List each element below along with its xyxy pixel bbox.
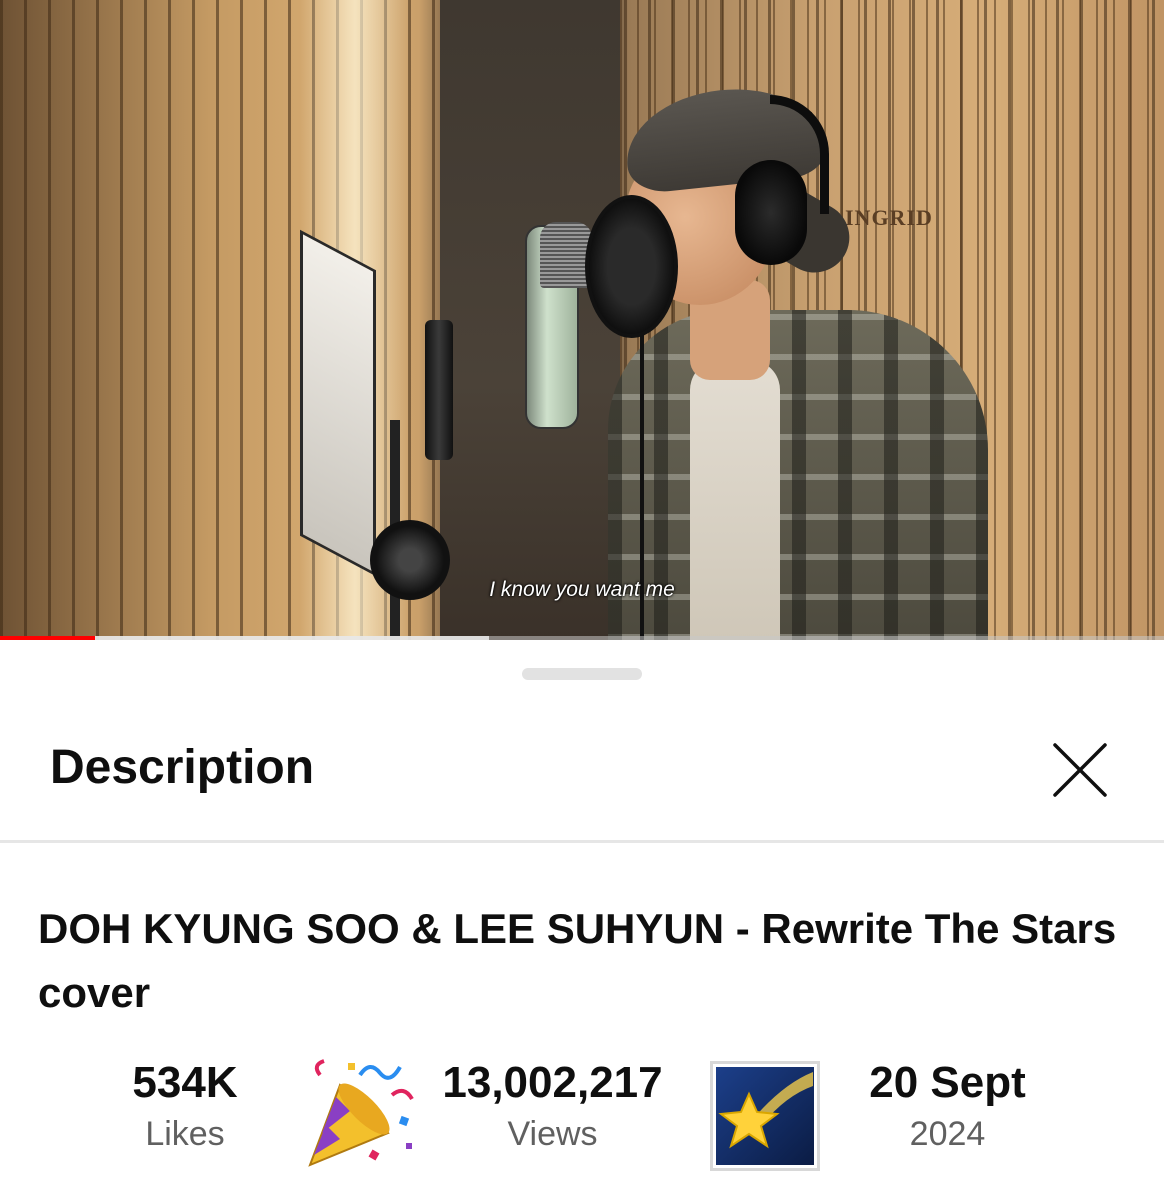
likes-label: Likes [145,1115,225,1153]
shooting-star-icon [710,1061,820,1171]
pop-filter [585,195,678,338]
close-icon [1053,743,1107,797]
date-stat: 20 Sept 2024 [840,1055,1055,1157]
divider [0,840,1164,843]
video-player[interactable]: INGRID I know you want me [0,0,1164,640]
party-popper-icon [300,1055,420,1178]
upload-year: 2024 [909,1115,986,1153]
likes-count: 534K [132,1058,238,1107]
close-button[interactable] [1040,730,1120,810]
likes-stat: 534K Likes [110,1055,260,1157]
views-label: Views [507,1115,598,1153]
video-stats: 534K Likes 13,002,217 Views 20 Sept 2024 [0,1055,1164,1185]
views-stat: 13,002,217 Views [425,1055,680,1157]
progress-bar[interactable] [0,636,1164,640]
video-title: DOH KYUNG SOO & LEE SUHYUN - Rewrite The… [38,905,1117,1016]
drag-handle[interactable] [522,668,642,680]
description-panel: Description DOH KYUNG SOO & LEE SUHYUN -… [0,642,1164,1200]
upload-date: 20 Sept [869,1058,1026,1107]
views-count: 13,002,217 [442,1058,663,1107]
music-stand-sheet [300,229,376,577]
microphone-grille [540,222,592,288]
headphones-icon [735,160,807,265]
progress-played [0,636,96,640]
video-caption: I know you want me [489,578,675,601]
studio-logo: INGRID [845,205,933,230]
panel-title: Description [50,741,315,794]
mic-clamp [425,320,453,460]
